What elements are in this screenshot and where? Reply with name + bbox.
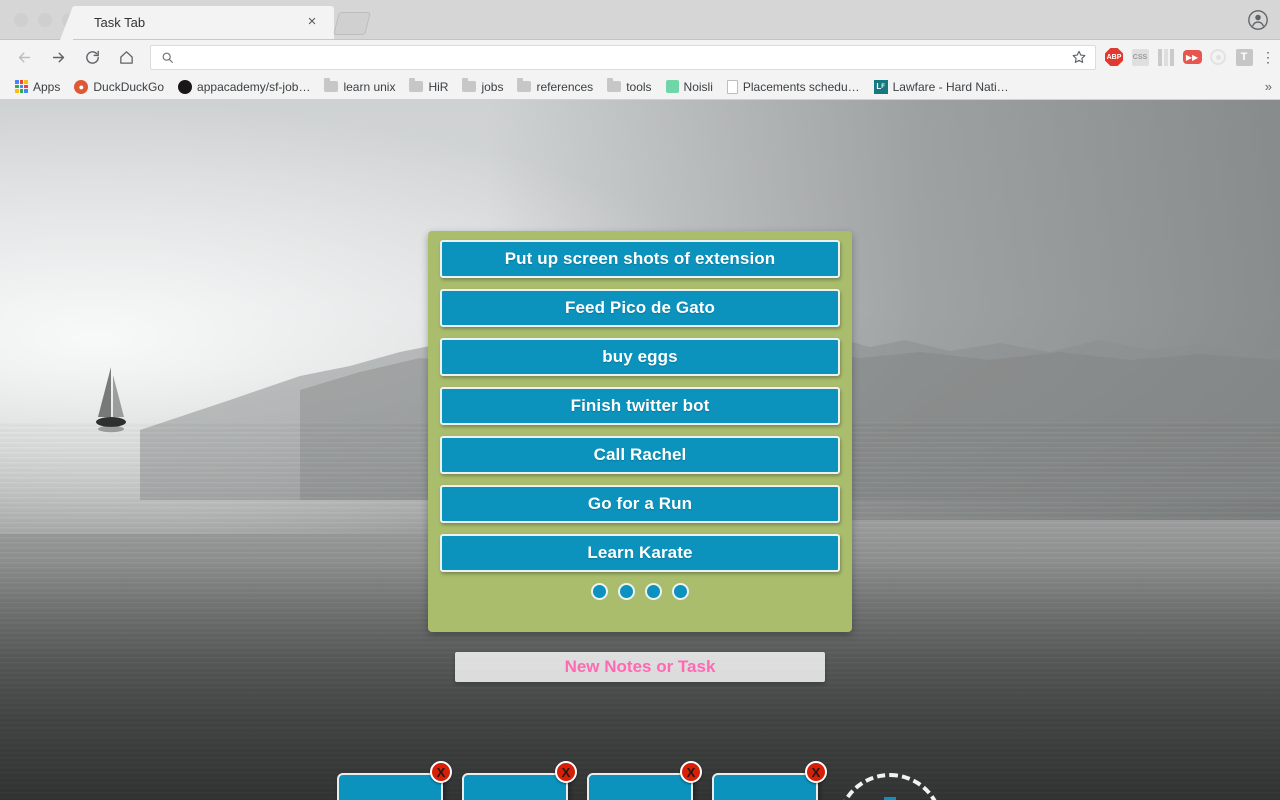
- task-item[interactable]: Finish twitter bot: [440, 387, 840, 425]
- bookmark-placements-schedule[interactable]: Placements schedu…: [720, 76, 867, 98]
- bookmark-label: DuckDuckGo: [93, 79, 165, 94]
- task-item[interactable]: Learn Karate: [440, 534, 840, 572]
- back-button-icon[interactable]: [10, 43, 38, 71]
- new-note-input[interactable]: [455, 652, 825, 682]
- delete-shortcut-icon[interactable]: X: [805, 761, 827, 783]
- apps-grid-icon: [15, 80, 28, 93]
- bookmark-label: Noisli: [683, 79, 713, 94]
- document-icon: [726, 79, 738, 94]
- t-extension-icon[interactable]: T: [1234, 47, 1254, 67]
- bookmark-label: Placements schedu…: [742, 79, 860, 94]
- video-speed-extension-icon[interactable]: ▶▶: [1182, 47, 1202, 67]
- target-ring: [1210, 49, 1226, 65]
- bookmark-hir[interactable]: HiR: [402, 76, 455, 98]
- bookmarks-bar: Apps ● DuckDuckGo appacademy/sf-job… lea…: [0, 74, 1280, 100]
- bookmark-noisli[interactable]: Noisli: [659, 76, 720, 98]
- new-tab-page: Put up screen shots of extension Feed Pi…: [0, 100, 1280, 800]
- task-item[interactable]: Go for a Run: [440, 485, 840, 523]
- address-input[interactable]: [182, 49, 1071, 65]
- bookmark-lawfare[interactable]: LF Lawfare - Hard Nati…: [867, 76, 1016, 98]
- css-viewer-extension-icon[interactable]: CSS: [1130, 47, 1150, 67]
- delete-shortcut-icon[interactable]: X: [555, 761, 577, 783]
- bookmark-apps[interactable]: Apps: [8, 76, 67, 98]
- browser-toolbar: ABP CSS ▶▶ T ⋮: [0, 40, 1280, 74]
- fast-forward-glyph: ▶▶: [1182, 50, 1202, 64]
- forward-button-icon[interactable]: [44, 43, 72, 71]
- folder-icon: [462, 78, 477, 92]
- folder-icon: [517, 78, 532, 92]
- adblock-plus-extension-icon[interactable]: ABP: [1104, 47, 1124, 67]
- column-extension-icon[interactable]: [1156, 47, 1176, 67]
- bookmark-label: Apps: [33, 79, 61, 94]
- duckduckgo-icon: ●: [74, 79, 89, 94]
- sailboat-icon: [96, 367, 126, 433]
- css-badge: CSS: [1131, 48, 1149, 66]
- task-item[interactable]: Call Rachel: [440, 436, 840, 474]
- close-icon[interactable]: ×: [304, 14, 320, 30]
- t-badge: T: [1235, 48, 1253, 66]
- shortcut-tile-wrapper: angel X: [712, 761, 827, 800]
- extension-toolbar: ABP CSS ▶▶ T ⋮: [1104, 47, 1280, 67]
- delete-shortcut-icon[interactable]: X: [680, 761, 702, 783]
- task-list-panel: Put up screen shots of extension Feed Pi…: [428, 231, 852, 632]
- tab-task-tab[interactable]: Task Tab ×: [60, 6, 334, 40]
- bookmark-label: appacademy/sf-job…: [197, 79, 311, 94]
- bookmarks-overflow-icon[interactable]: »: [1265, 79, 1272, 94]
- minimize-window-button[interactable]: [38, 13, 52, 27]
- shortcut-tile-wrapper: amazon X: [587, 761, 702, 800]
- profile-avatar-icon[interactable]: [1248, 10, 1268, 30]
- tab-strip: Task Tab ×: [0, 0, 1280, 40]
- pagination-dot[interactable]: [645, 583, 662, 600]
- home-button-icon[interactable]: [112, 43, 140, 71]
- task-item[interactable]: Put up screen shots of extension: [440, 240, 840, 278]
- shortcut-tile[interactable]: angel: [712, 773, 818, 800]
- bookmark-label: Lawfare - Hard Nati…: [892, 79, 1009, 94]
- shortcut-tile-wrapper: linkedin X: [462, 761, 577, 800]
- github-icon: [178, 79, 193, 94]
- close-window-button[interactable]: [14, 13, 28, 27]
- address-bar[interactable]: [150, 44, 1096, 70]
- shortcut-tile[interactable]: mail: [337, 773, 443, 800]
- bookmark-learn-unix[interactable]: learn unix: [317, 76, 402, 98]
- folder-icon: [324, 78, 339, 92]
- bookmark-label: references: [536, 79, 594, 94]
- search-icon: [161, 51, 174, 64]
- bookmark-appacademy-sf-jobs[interactable]: appacademy/sf-job…: [171, 76, 317, 98]
- target-extension-icon[interactable]: [1208, 47, 1228, 67]
- tab-title: Task Tab: [94, 15, 146, 30]
- lawfare-icon: LF: [873, 79, 888, 94]
- reload-button-icon[interactable]: [78, 43, 106, 71]
- task-item[interactable]: Feed Pico de Gato: [440, 289, 840, 327]
- bookmark-references[interactable]: references: [510, 76, 600, 98]
- pagination-dot[interactable]: [591, 583, 608, 600]
- bookmark-label: learn unix: [343, 79, 396, 94]
- bookmark-duckduckgo[interactable]: ● DuckDuckGo: [67, 76, 171, 98]
- task-item[interactable]: buy eggs: [440, 338, 840, 376]
- column-bars: [1158, 48, 1174, 66]
- folder-icon: [607, 78, 622, 92]
- add-shortcut-button[interactable]: [837, 773, 943, 800]
- delete-shortcut-icon[interactable]: X: [430, 761, 452, 783]
- pagination-dot[interactable]: [672, 583, 689, 600]
- browser-window: Task Tab × ABP CSS ▶▶ T ⋮ Apps ● DuckDuc…: [0, 0, 1280, 800]
- shortcut-tiles: mail X linkedin X amazon X angel X: [337, 761, 943, 800]
- shortcut-tile[interactable]: amazon: [587, 773, 693, 800]
- shortcut-tile-wrapper: mail X: [337, 761, 452, 800]
- folder-icon: [409, 78, 424, 92]
- pagination-dots: [440, 583, 840, 600]
- bookmark-label: jobs: [481, 79, 504, 94]
- shortcut-tile[interactable]: linkedin: [462, 773, 568, 800]
- noisli-icon: [665, 80, 679, 93]
- pagination-dot[interactable]: [618, 583, 635, 600]
- add-shortcut-wrapper: [837, 766, 943, 800]
- bookmark-label: HiR: [428, 79, 449, 94]
- bookmark-star-icon[interactable]: [1071, 49, 1087, 65]
- bookmark-jobs[interactable]: jobs: [455, 76, 510, 98]
- browser-menu-icon[interactable]: ⋮: [1260, 49, 1276, 66]
- new-tab-button[interactable]: [333, 12, 371, 35]
- abp-badge: ABP: [1105, 48, 1123, 66]
- bookmark-label: tools: [626, 79, 652, 94]
- bookmark-tools[interactable]: tools: [600, 76, 658, 98]
